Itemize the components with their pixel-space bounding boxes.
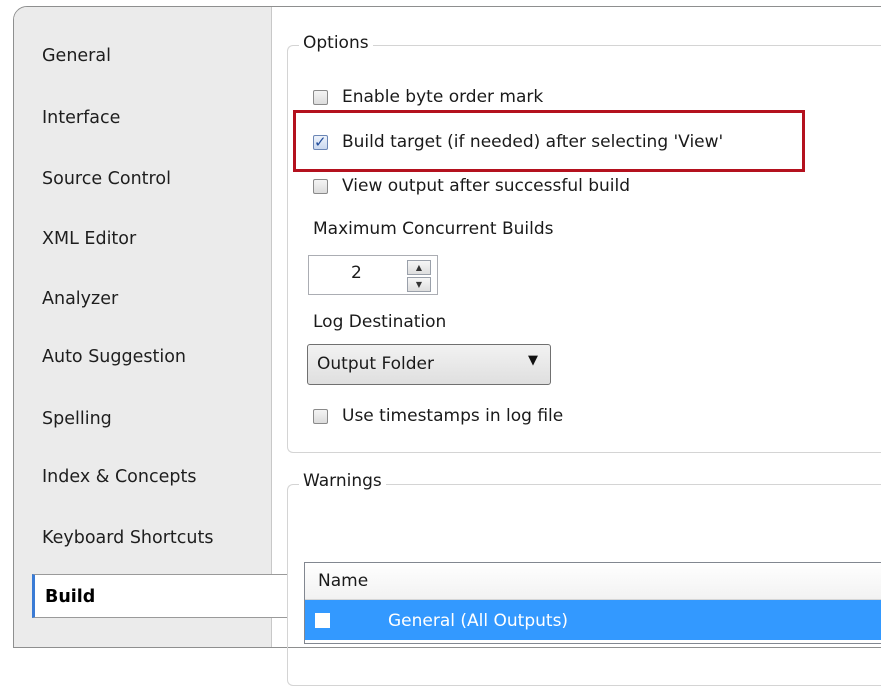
options-nav: General Interface Source Control XML Edi…: [14, 7, 288, 647]
nav-item-auto-suggestion[interactable]: Auto Suggestion: [42, 335, 186, 379]
nav-item-index-concepts[interactable]: Index & Concepts: [42, 455, 196, 499]
max-builds-value: 2: [351, 263, 362, 283]
build-target-checkbox[interactable]: ✓: [313, 132, 328, 151]
spin-down-icon[interactable]: ▼: [407, 277, 431, 292]
log-destination-value: Output Folder: [317, 354, 434, 374]
nav-item-xml-editor[interactable]: XML Editor: [42, 217, 136, 261]
enable-bom-checkbox[interactable]: [313, 89, 328, 105]
view-output-label: View output after successful build: [342, 176, 631, 196]
nav-item-general[interactable]: General: [42, 34, 111, 78]
options-group-title: Options: [299, 33, 373, 53]
build-target-label: Build target (if needed) after selecting…: [342, 132, 724, 152]
warnings-table[interactable]: Name General (All Outputs): [304, 562, 881, 644]
row-label: General (All Outputs): [388, 611, 569, 631]
table-row[interactable]: General (All Outputs): [305, 600, 881, 640]
table-header[interactable]: Name: [305, 563, 881, 600]
column-header-name: Name: [318, 571, 369, 591]
nav-item-keyboard-shortcuts[interactable]: Keyboard Shortcuts: [42, 516, 213, 560]
max-builds-label: Maximum Concurrent Builds: [313, 219, 554, 239]
nav-item-build[interactable]: Build: [32, 574, 288, 618]
warnings-group-title: Warnings: [299, 471, 386, 491]
timestamps-checkbox[interactable]: [313, 408, 328, 424]
view-output-checkbox[interactable]: [313, 178, 328, 194]
checkmark-icon: ✓: [314, 132, 327, 151]
spin-up-icon[interactable]: ▲: [407, 260, 431, 275]
nav-item-interface[interactable]: Interface: [42, 96, 120, 140]
timestamps-checkbox-row[interactable]: Use timestamps in log file: [313, 403, 563, 429]
row-checkbox[interactable]: [315, 613, 330, 628]
nav-item-spelling[interactable]: Spelling: [42, 397, 112, 441]
log-destination-label: Log Destination: [313, 312, 447, 332]
timestamps-label: Use timestamps in log file: [342, 406, 564, 426]
view-output-checkbox-row[interactable]: View output after successful build: [313, 173, 630, 199]
build-target-checkbox-row[interactable]: ✓ Build target (if needed) after selecti…: [313, 129, 723, 155]
enable-bom-label: Enable byte order mark: [342, 87, 544, 107]
enable-bom-checkbox-row[interactable]: Enable byte order mark: [313, 84, 543, 110]
nav-item-analyzer[interactable]: Analyzer: [42, 277, 118, 321]
nav-item-source-control[interactable]: Source Control: [42, 157, 171, 201]
chevron-down-icon: ▼: [528, 353, 538, 368]
max-builds-spinner[interactable]: 2 ▲ ▼: [308, 255, 438, 295]
log-destination-select[interactable]: Output Folder ▼: [307, 344, 551, 385]
